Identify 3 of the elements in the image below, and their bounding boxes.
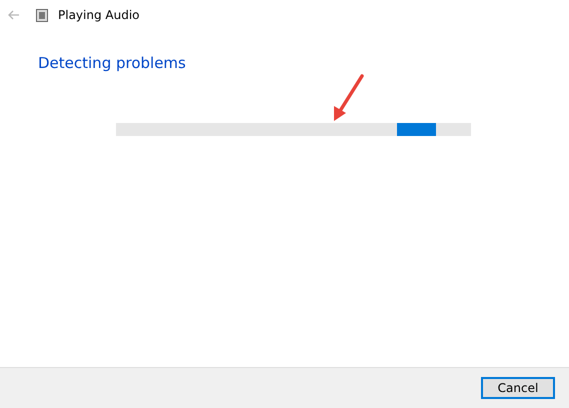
heading: Detecting problems (38, 54, 187, 72)
window-title: Playing Audio (58, 8, 140, 22)
cancel-button[interactable]: Cancel (481, 377, 555, 399)
